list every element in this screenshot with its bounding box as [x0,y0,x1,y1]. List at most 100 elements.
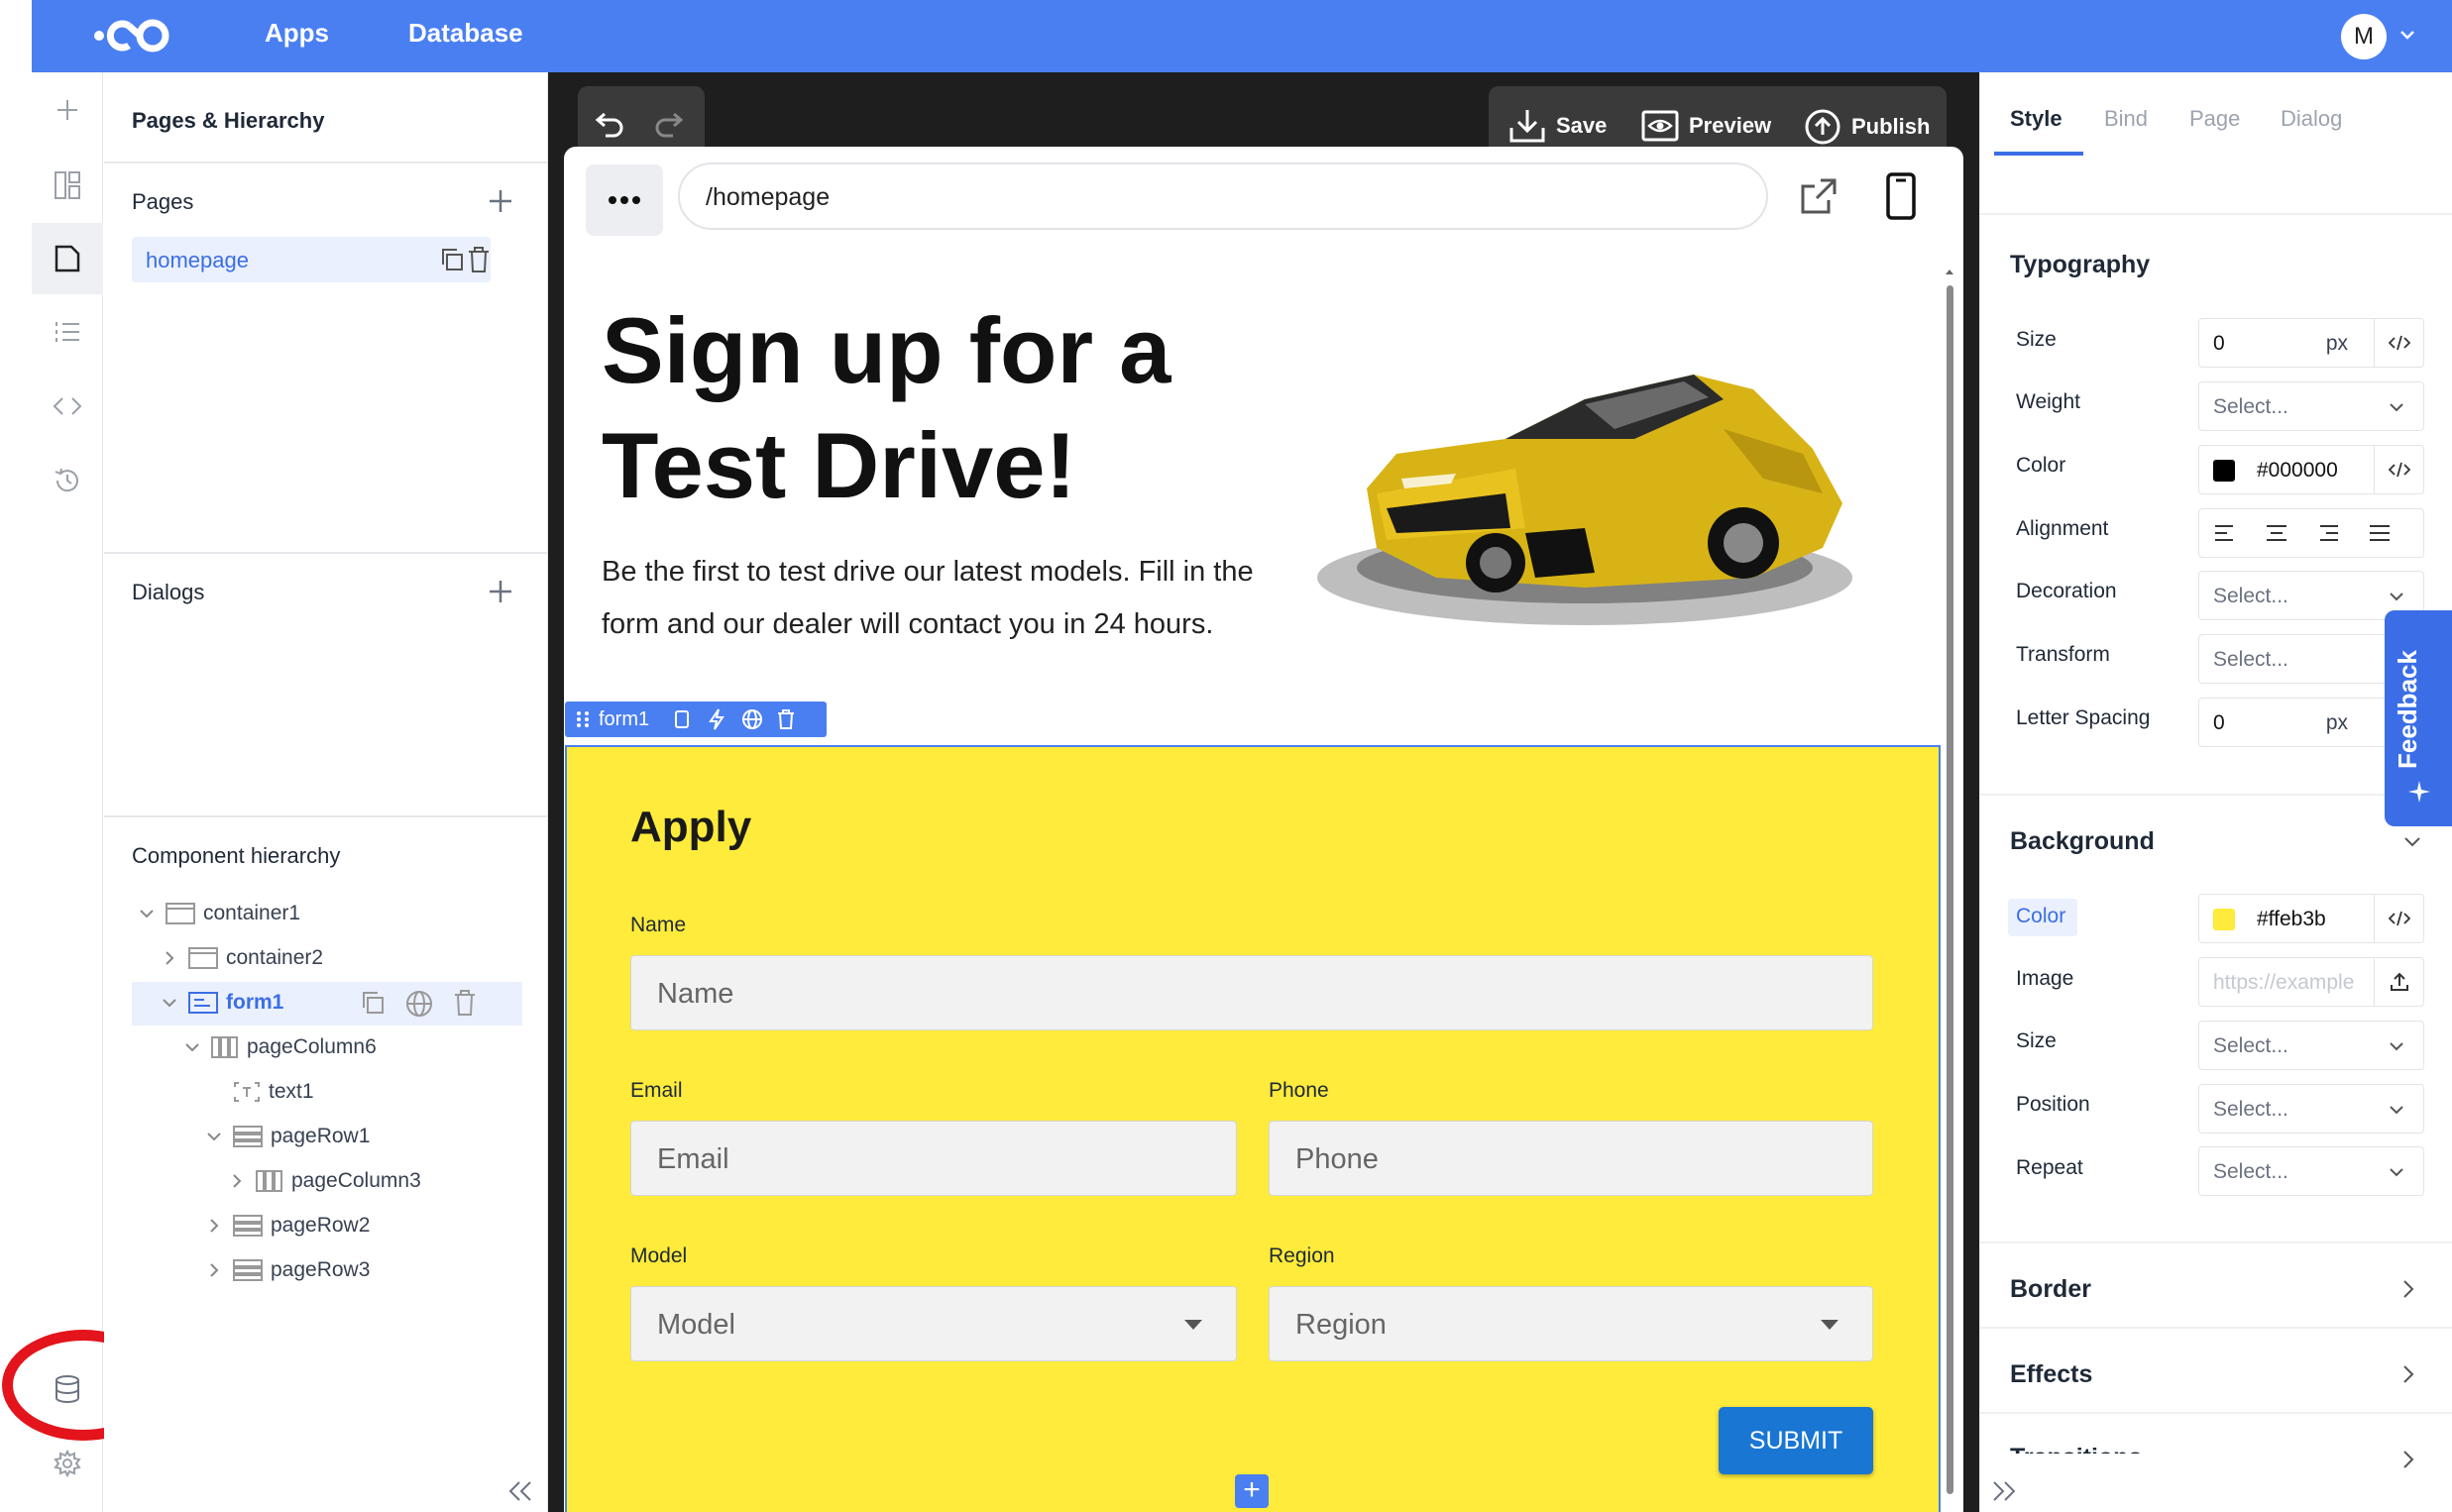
delete-icon[interactable] [467,246,491,273]
preview-button[interactable]: Preview [1641,108,1771,144]
border-section[interactable]: Border [2010,1275,2091,1304]
canvas-scrollbar[interactable] [1944,266,1955,1512]
apply-form[interactable]: Apply Name Name Email Email Phone Phone … [565,745,1941,1512]
code-icon[interactable] [48,386,87,426]
add-icon[interactable] [48,90,87,130]
align-center-icon[interactable] [2265,523,2288,543]
mobile-view-icon[interactable] [1886,172,1916,220]
bg-position-select[interactable]: Select... [2198,1084,2424,1134]
open-external-icon[interactable] [1799,176,1839,216]
tab-style[interactable]: Style [2010,106,2062,132]
tree-item-pagecolumn6[interactable]: pageColumn6 [181,1026,377,1068]
tab-page[interactable]: Page [2189,106,2240,132]
font-color-input[interactable]: #000000 [2198,445,2424,494]
divider [1980,1327,2452,1329]
bg-image-input[interactable]: https://example [2198,957,2424,1007]
phone-field[interactable]: Phone [1269,1121,1873,1196]
tree-item-container2[interactable]: container2 [159,937,323,979]
globe-icon[interactable] [740,707,764,731]
feedback-button[interactable]: Feedback [2385,610,2452,826]
hero-text: Be the first to test drive our latest mo… [602,556,1254,640]
bg-color-input[interactable]: #ffeb3b [2198,894,2424,943]
effects-section[interactable]: Effects [2010,1360,2092,1389]
region-select[interactable]: Region [1269,1286,1873,1361]
layout-icon[interactable] [48,165,87,205]
align-left-icon[interactable] [2213,523,2237,543]
lightning-icon[interactable] [707,707,726,731]
bg-size-select[interactable]: Select... [2198,1021,2424,1070]
tree-item-label: container1 [203,902,301,924]
globe-icon[interactable] [405,990,433,1018]
model-select[interactable]: Model [630,1286,1237,1361]
chevron-right-icon[interactable] [2398,1277,2418,1301]
save-button[interactable]: Save [1508,108,1607,144]
color-swatch[interactable] [2213,909,2235,930]
add-component-icon[interactable]: + [1235,1474,1269,1508]
tree-item-form1[interactable]: form1 [159,982,283,1024]
component-selection-tag[interactable]: form1 [565,702,827,737]
color-swatch[interactable] [2213,460,2235,482]
code-toggle-icon[interactable] [2374,895,2423,942]
avatar[interactable]: M [2341,14,2387,59]
history-icon[interactable] [48,461,87,500]
code-toggle-icon[interactable] [2374,319,2423,367]
tree-item-pagerow3[interactable]: pageRow3 [203,1249,370,1291]
chevron-down-icon[interactable] [181,1036,203,1058]
url-input[interactable]: /homepage [678,162,1768,230]
tab-dialog[interactable]: Dialog [2281,106,2342,132]
align-justify-icon[interactable] [2368,523,2392,543]
chevron-right-icon[interactable] [159,947,180,969]
transitions-section[interactable]: Transitions [2010,1444,2142,1454]
tree-item-pagecolumn3[interactable]: pageColumn3 [226,1160,421,1202]
duplicate-icon[interactable] [439,247,465,272]
tree-item-container1[interactable]: container1 [136,893,300,934]
tree-item-pagerow2[interactable]: pageRow2 [203,1205,370,1246]
name-field[interactable]: Name [630,955,1873,1030]
chevron-right-icon[interactable] [203,1215,225,1237]
expand-panel-icon[interactable] [1990,1479,2018,1503]
more-options-button[interactable] [586,164,663,236]
chevron-down-icon[interactable] [159,992,180,1014]
bg-repeat-select[interactable]: Select... [2198,1146,2424,1196]
redo-icon[interactable] [653,110,687,140]
duplicate-icon[interactable] [360,990,386,1016]
list-icon[interactable] [48,312,87,352]
hero-title: Sign up for a Test Drive! [602,298,1171,517]
undo-icon[interactable] [592,110,625,140]
add-page-icon[interactable] [487,187,514,215]
chevron-down-icon[interactable] [2398,26,2416,44]
delete-icon[interactable] [776,707,796,731]
chevron-right-icon[interactable] [226,1170,248,1192]
nav-database[interactable]: Database [408,18,523,49]
tree-item-pagerow1[interactable]: pageRow1 [203,1116,370,1157]
delete-icon[interactable] [453,989,477,1017]
publish-button[interactable]: Publish [1804,108,1930,146]
duplicate-icon[interactable] [673,707,693,731]
upload-icon[interactable] [2374,958,2423,1006]
chevron-right-icon[interactable] [2398,1448,2418,1471]
chevron-right-icon[interactable] [2398,1362,2418,1386]
chevron-down-icon[interactable] [2402,831,2422,851]
scroll-up-icon[interactable] [1944,266,1955,277]
page-item-homepage[interactable]: homepage [132,237,491,282]
chevron-down-icon[interactable] [136,903,158,924]
font-weight-select[interactable]: Select... [2198,381,2424,431]
tree-item-text1[interactable]: text1 [233,1071,314,1113]
drag-handle-icon[interactable] [573,707,593,731]
app-logo-icon[interactable] [93,12,176,59]
code-toggle-icon[interactable] [2374,446,2423,493]
nav-apps[interactable]: Apps [265,18,329,49]
submit-button[interactable]: SUBMIT [1719,1407,1873,1474]
font-size-input[interactable]: 0 px [2198,318,2424,368]
rows-icon [233,1126,263,1147]
chevron-right-icon[interactable] [203,1259,225,1281]
add-dialog-icon[interactable] [487,578,514,605]
scrollbar-thumb[interactable] [1947,285,1953,1494]
collapse-panel-icon[interactable] [506,1479,534,1503]
chevron-down-icon[interactable] [203,1126,225,1147]
email-field[interactable]: Email [630,1121,1237,1196]
tab-bind[interactable]: Bind [2104,106,2148,132]
settings-gear-icon[interactable] [48,1444,87,1483]
page-icon[interactable] [48,239,87,278]
align-right-icon[interactable] [2316,523,2340,543]
